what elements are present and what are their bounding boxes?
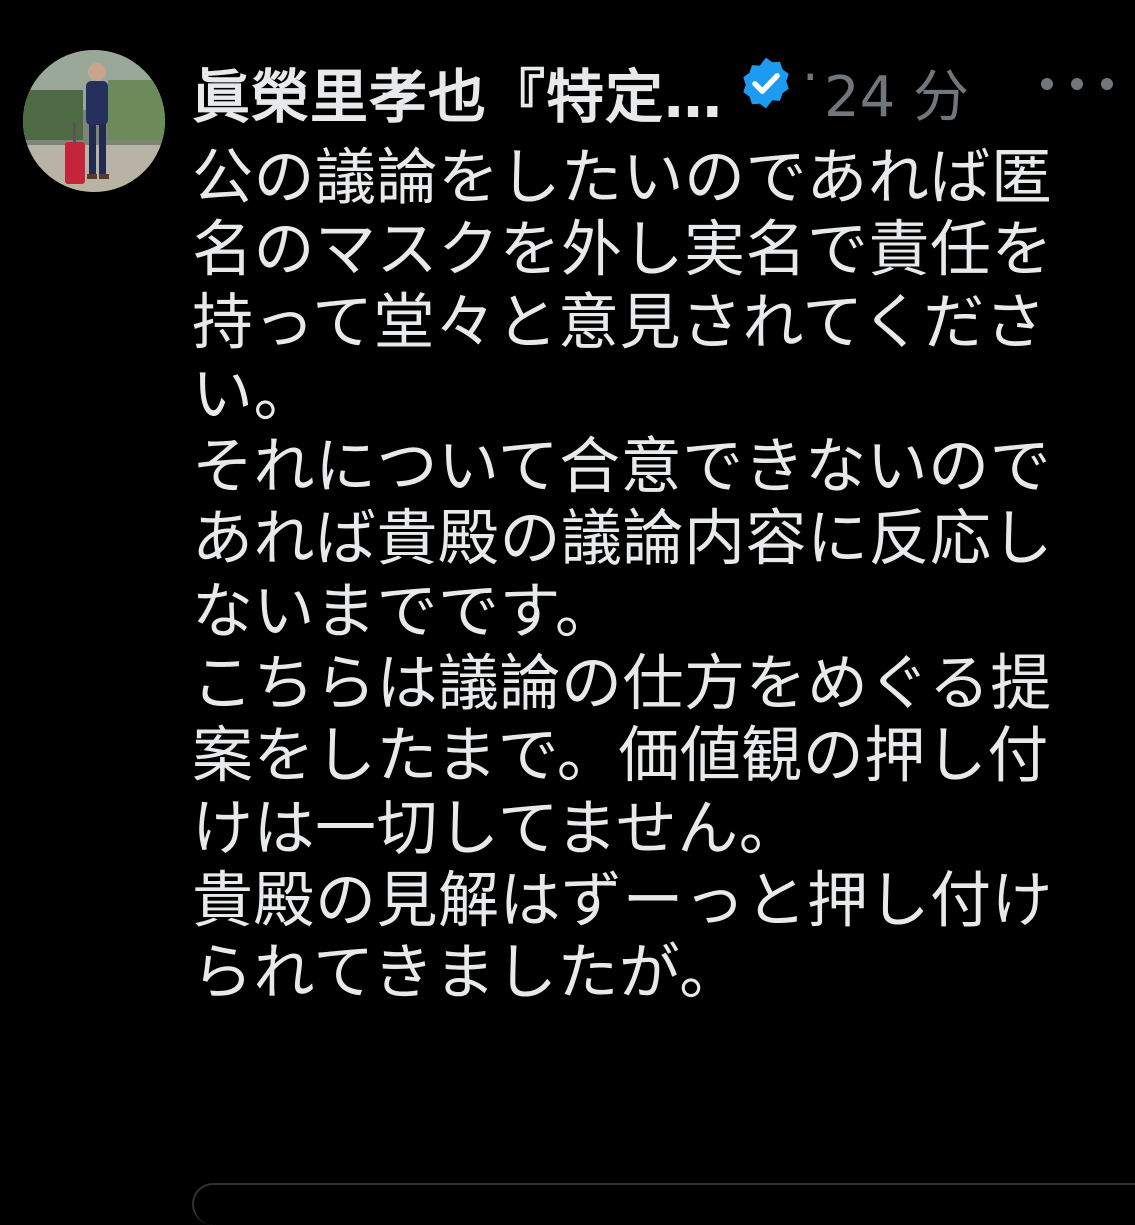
post-text-line: あれば貴殿の議論内容に反応し bbox=[192, 503, 1054, 575]
post-text-line: 名のマスクを外し実名で責任を bbox=[192, 214, 1054, 286]
post-text-line: それについて合意できないので bbox=[192, 431, 1052, 503]
post-text-line: い。 bbox=[192, 358, 316, 430]
post-timestamp[interactable]: 24 分 bbox=[824, 52, 969, 133]
more-dot bbox=[1101, 78, 1113, 90]
post-header: 眞榮里孝也『特定… · 24 分 bbox=[192, 44, 1115, 131]
post-text-line: こちらは議論の仕方をめぐる提 bbox=[192, 648, 1052, 720]
post-text-line: 持って堂々と意見されてくださ bbox=[192, 286, 1047, 358]
post-text: 公の議論をしたいのであれば匿 名のマスクを外し実名で責任を 持って堂々と意見され… bbox=[192, 142, 1092, 1010]
post-text-line: ないまでです。 bbox=[192, 575, 617, 647]
post-text-line: 案をしたまで。価値観の押し付 bbox=[192, 720, 1049, 792]
post[interactable]: 眞榮里孝也『特定… · 24 分 公の議論をしたいのであれば匿 名のマスクを外し… bbox=[0, 0, 1135, 1225]
post-text-line: 公の議論をしたいのであれば匿 bbox=[192, 142, 1053, 213]
more-options-icon[interactable] bbox=[1041, 64, 1113, 104]
embedded-card-edge[interactable] bbox=[192, 1183, 1135, 1225]
more-dot bbox=[1041, 78, 1053, 90]
author-display-name[interactable]: 眞榮里孝也『特定… bbox=[192, 50, 723, 134]
post-text-line: 貴殿の見解はずーっと押し付け bbox=[192, 864, 1054, 936]
post-text-line: られてきましたが。 bbox=[192, 937, 741, 1009]
post-text-line: けは一切してません。 bbox=[192, 792, 801, 864]
header-separator: · bbox=[802, 48, 819, 108]
avatar[interactable] bbox=[23, 50, 165, 192]
more-dot bbox=[1071, 78, 1083, 90]
verified-badge-icon bbox=[737, 54, 795, 112]
